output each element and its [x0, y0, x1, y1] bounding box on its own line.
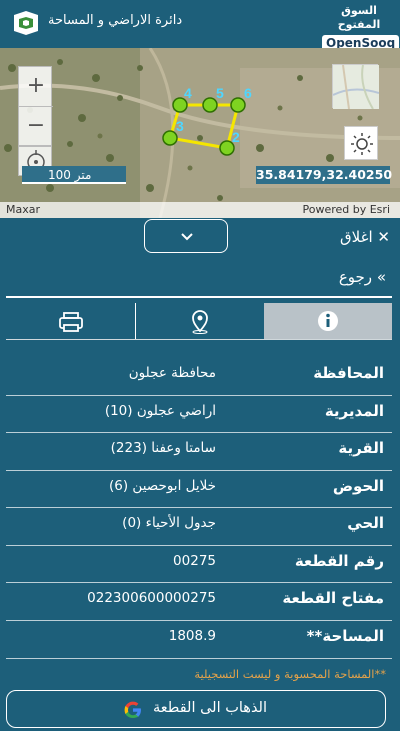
tabs-underline	[6, 339, 392, 340]
info-icon	[318, 311, 338, 331]
parcel-vertex	[162, 130, 178, 146]
zoom-controls: + −	[18, 66, 53, 146]
vertex-label-3: 3	[176, 118, 184, 134]
detail-value: 1808.9	[168, 627, 216, 644]
detail-row-area: **المساحة 1808.9	[6, 621, 392, 659]
vertex-label-5: 5	[216, 85, 224, 101]
department-title: دائرة الاراضي و المساحة	[48, 13, 183, 28]
google-icon	[124, 701, 141, 718]
detail-row-governorate: المحافظة محافظة عجلون	[6, 358, 392, 396]
vertex-label-2: 2	[232, 129, 240, 145]
go-to-parcel-button[interactable]: الذهاب الى القطعة	[6, 690, 386, 728]
attribution-maxar: Maxar	[6, 203, 41, 216]
parcel-details-panel: اغلاق ✕ رجوع « المحافظة محافظة عجلون الم…	[0, 218, 400, 731]
detail-label: المحافظة	[313, 364, 384, 382]
collapse-panel-button[interactable]	[144, 219, 228, 253]
basemap-thumbnail-icon	[332, 64, 380, 110]
parcel-vertex	[230, 97, 246, 113]
top-bar: دائرة الاراضي و المساحة السوق المفتوح Op…	[0, 0, 400, 51]
close-label: اغلاق	[340, 228, 373, 246]
close-button[interactable]: اغلاق ✕	[340, 228, 390, 246]
map-pin-icon	[192, 310, 208, 334]
detail-value: 022300600000275	[87, 590, 216, 606]
opensooq-arabic: السوق المفتوح	[337, 4, 381, 31]
zoom-out-button[interactable]: −	[19, 106, 53, 145]
detail-label: المديرية	[324, 401, 384, 420]
parcel-vertex	[202, 97, 218, 113]
tab-print[interactable]	[6, 303, 134, 339]
sun-icon	[351, 133, 373, 155]
detail-row-neighborhood: الحي جدول الأحياء (0)	[6, 508, 392, 546]
double-chevron-icon: «	[376, 268, 386, 286]
back-label: رجوع	[338, 268, 373, 286]
go-to-parcel-label: الذهاب الى القطعة	[153, 700, 267, 716]
close-icon: ✕	[372, 228, 390, 246]
basemap-toggle-button[interactable]	[332, 64, 380, 110]
detail-label: الحي	[347, 514, 384, 532]
area-footnote: **المساحة المحسوبة و ليست التسجيلية	[194, 667, 386, 681]
map-attribution: Maxar Powered by Esri	[0, 202, 400, 218]
detail-row-directorate: المديرية اراضي عجلون (10)	[6, 396, 392, 433]
map-view[interactable]: 2 3 4 5 6 + − 100 متر 35.84179,32.40250 …	[0, 48, 400, 218]
detail-row-basin: الحوض خلايل ابوحصين (6)	[6, 471, 392, 508]
vertex-label-6: 6	[244, 85, 252, 101]
detail-value: خلايل ابوحصين (6)	[109, 477, 216, 494]
detail-value: اراضي عجلون (10)	[104, 402, 216, 419]
detail-value: جدول الأحياء (0)	[122, 515, 216, 531]
detail-value: محافظة عجلون	[128, 365, 216, 381]
app-root: دائرة الاراضي و المساحة السوق المفتوح Op…	[0, 0, 400, 731]
scale-bar: 100 متر	[22, 166, 126, 184]
detail-value: سامتا وعفنا (223)	[110, 440, 216, 456]
tab-location[interactable]	[135, 303, 263, 339]
printer-icon	[59, 312, 83, 332]
section-divider	[6, 296, 392, 298]
detail-label: **المساحة	[306, 626, 384, 645]
department-logo-icon	[14, 11, 38, 35]
detail-row-parcel-key: مفتاح القطعة 022300600000275	[6, 583, 392, 621]
details-list: المحافظة محافظة عجلون المديرية اراضي عجل…	[6, 358, 392, 658]
vertex-label-4: 4	[184, 85, 192, 101]
detail-label: رقم القطعة	[294, 551, 384, 570]
detail-value: 00275	[173, 552, 216, 569]
panel-tabs	[6, 303, 392, 339]
back-link[interactable]: رجوع «	[339, 268, 386, 286]
brightness-button[interactable]	[344, 126, 378, 160]
attribution-esri[interactable]: Powered by Esri	[302, 202, 390, 218]
detail-label: القرية	[338, 439, 384, 457]
tab-info[interactable]	[264, 303, 392, 339]
chevron-down-icon	[181, 233, 193, 241]
opensooq-badge: السوق المفتوح OpenSooq	[322, 4, 400, 51]
note-divider	[6, 658, 392, 659]
zoom-in-button[interactable]: +	[19, 67, 53, 106]
detail-label: الحوض	[332, 476, 384, 495]
detail-row-village: القرية سامتا وعفنا (223)	[6, 433, 392, 471]
coordinates-readout: 35.84179,32.40250	[256, 166, 393, 184]
detail-label: مفتاح القطعة	[282, 589, 384, 607]
detail-row-parcel-number: رقم القطعة 00275	[6, 546, 392, 583]
